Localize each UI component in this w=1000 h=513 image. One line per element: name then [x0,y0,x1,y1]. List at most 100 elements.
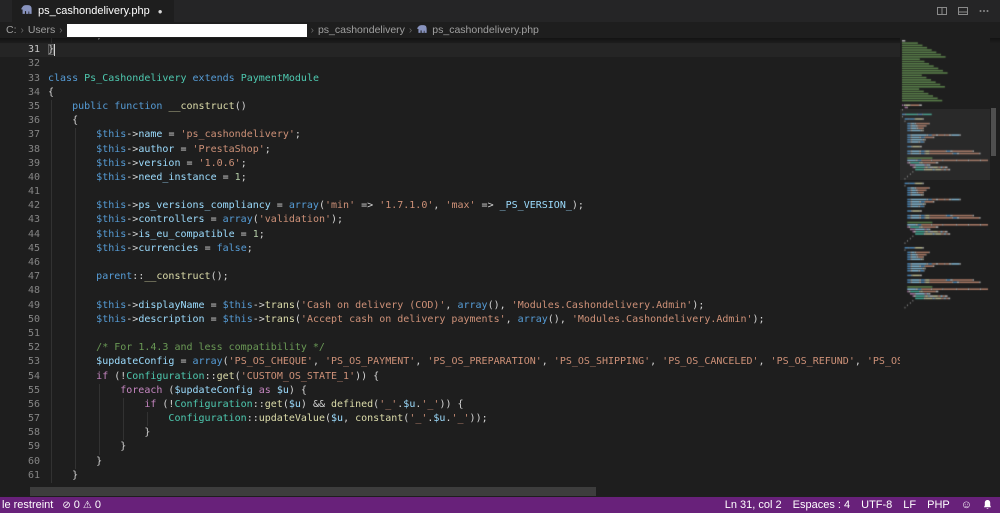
code-line[interactable]: 35 public function __construct() [0,100,921,114]
code-line[interactable]: 50 $this->description = $this->trans('Ac… [0,313,921,327]
modified-dot-icon: ● [158,7,163,16]
code-line[interactable]: 60 } [0,455,921,469]
indentation-setting[interactable]: Espaces : 4 [793,499,850,511]
status-left: le restreint ⊘ 0 ⚠ 0 [0,499,101,511]
code-line[interactable]: 42 $this->ps_versions_compliancy = array… [0,199,921,213]
indent-guide [51,143,52,157]
line-number[interactable]: 41 [0,185,40,199]
problems-indicator[interactable]: ⊘ 0 ⚠ 0 [62,499,101,511]
code-line[interactable]: 59 } [0,440,921,454]
code-line[interactable]: 57 Configuration::updateValue($u, consta… [0,412,921,426]
line-number[interactable]: 57 [0,412,40,426]
line-number[interactable]: 34 [0,86,40,100]
code-text: { [40,87,54,98]
line-number[interactable]: 43 [0,213,40,227]
code-line[interactable]: 58 } [0,426,921,440]
breadcrumb-item-drive[interactable]: C: [6,24,17,36]
line-number[interactable]: 51 [0,327,40,341]
line-number[interactable]: 56 [0,398,40,412]
line-number[interactable]: 52 [0,341,40,355]
notifications-bell-icon[interactable] [983,500,992,510]
code-line[interactable]: 32 [0,57,921,71]
code-line[interactable]: 40 $this->need_instance = 1; [0,171,921,185]
code-line[interactable]: 39 $this->version = '1.0.6'; [0,157,921,171]
code-line[interactable]: 36 { [0,114,921,128]
code-line[interactable]: 38 $this->author = 'PrestaShop'; [0,143,921,157]
code-line[interactable]: 34{ [0,86,921,100]
line-number[interactable]: 36 [0,114,40,128]
code-text [40,257,48,268]
tab-ps-cashondelivery[interactable]: ps_cashondelivery.php ● [12,0,174,22]
split-editor-icon[interactable] [936,5,948,17]
code-text: } [40,44,54,55]
line-number[interactable]: 37 [0,128,40,142]
code-line[interactable]: 51 [0,327,921,341]
code-line[interactable]: 46 [0,256,921,270]
breadcrumb-item-users[interactable]: Users [28,24,55,36]
code-line[interactable]: 53 $updateConfig = array('PS_OS_CHEQUE',… [0,355,921,369]
line-number[interactable]: 32 [0,57,40,71]
code-text: parent::__construct(); [40,271,229,282]
code-text: { [40,115,78,126]
code-line[interactable]: 33class Ps_Cashondelivery extends Paymen… [0,72,921,86]
line-number[interactable]: 33 [0,72,40,86]
code-line[interactable]: 41 [0,185,921,199]
encoding-setting[interactable]: UTF-8 [861,499,892,511]
line-number[interactable]: 39 [0,157,40,171]
code-line[interactable]: 31} [0,43,921,57]
line-number[interactable]: 54 [0,370,40,384]
line-number[interactable]: 60 [0,455,40,469]
indent-guide [123,412,124,426]
code-line[interactable]: 37 $this->name = 'ps_cashondelivery'; [0,128,921,142]
editor[interactable]: 30 exit;31}3233class Ps_Cashondelivery e… [0,38,1000,497]
restricted-mode-badge[interactable]: le restreint [2,499,53,511]
line-number[interactable]: 58 [0,426,40,440]
code-line[interactable]: 49 $this->displayName = $this->trans('Ca… [0,299,921,313]
line-number[interactable]: 47 [0,270,40,284]
code-text: $this->version = '1.0.6'; [40,158,247,169]
layout-panel-icon[interactable] [957,5,969,17]
eol-setting[interactable]: LF [903,499,916,511]
code-line[interactable]: 45 $this->currencies = false; [0,242,921,256]
code-line[interactable]: 56 if (!Configuration::get($u) && define… [0,398,921,412]
indent-guide [75,327,76,341]
horizontal-scrollbar-thumb[interactable] [30,487,596,496]
breadcrumb-item-folder[interactable]: ps_cashondelivery [318,24,405,36]
line-number[interactable]: 45 [0,242,40,256]
minimap-slider[interactable] [900,109,990,180]
line-number[interactable]: 49 [0,299,40,313]
vertical-scrollbar-thumb[interactable] [991,108,996,156]
code-line[interactable]: 47 parent::__construct(); [0,270,921,284]
line-number[interactable]: 59 [0,440,40,454]
line-number[interactable]: 53 [0,355,40,369]
code-text: $this->displayName = $this->trans('Cash … [40,300,704,311]
code-line[interactable]: 43 $this->controllers = array('validatio… [0,213,921,227]
indent-guide [51,100,52,114]
feedback-icon[interactable]: ☺ [961,499,972,511]
indent-guide [75,341,76,355]
code-line[interactable]: 61 } [0,469,921,483]
line-number[interactable]: 61 [0,469,40,483]
line-number[interactable]: 40 [0,171,40,185]
line-number[interactable]: 48 [0,284,40,298]
line-number[interactable]: 35 [0,100,40,114]
line-number[interactable]: 42 [0,199,40,213]
tab-label: ps_cashondelivery.php [38,5,150,17]
code-line[interactable]: 44 $this->is_eu_compatible = 1; [0,228,921,242]
code-line[interactable]: 55 foreach ($updateConfig as $u) { [0,384,921,398]
language-mode[interactable]: PHP [927,499,950,511]
line-number[interactable]: 50 [0,313,40,327]
breadcrumb-item-username-redacted[interactable] [67,24,307,37]
line-number[interactable]: 31 [0,43,40,57]
code-line[interactable]: 52 /* For 1.4.3 and less compatibility *… [0,341,921,355]
line-number[interactable]: 55 [0,384,40,398]
line-number[interactable]: 38 [0,143,40,157]
more-actions-icon[interactable] [978,5,990,17]
code-line[interactable]: 54 if (!Configuration::get('CUSTOM_OS_ST… [0,370,921,384]
breadcrumb-item-file[interactable]: ps_cashondelivery.php [416,24,539,37]
line-number[interactable]: 44 [0,228,40,242]
line-number[interactable]: 46 [0,256,40,270]
code-line[interactable]: 48 [0,284,921,298]
cursor-position[interactable]: Ln 31, col 2 [725,499,782,511]
minimap[interactable] [900,38,990,497]
